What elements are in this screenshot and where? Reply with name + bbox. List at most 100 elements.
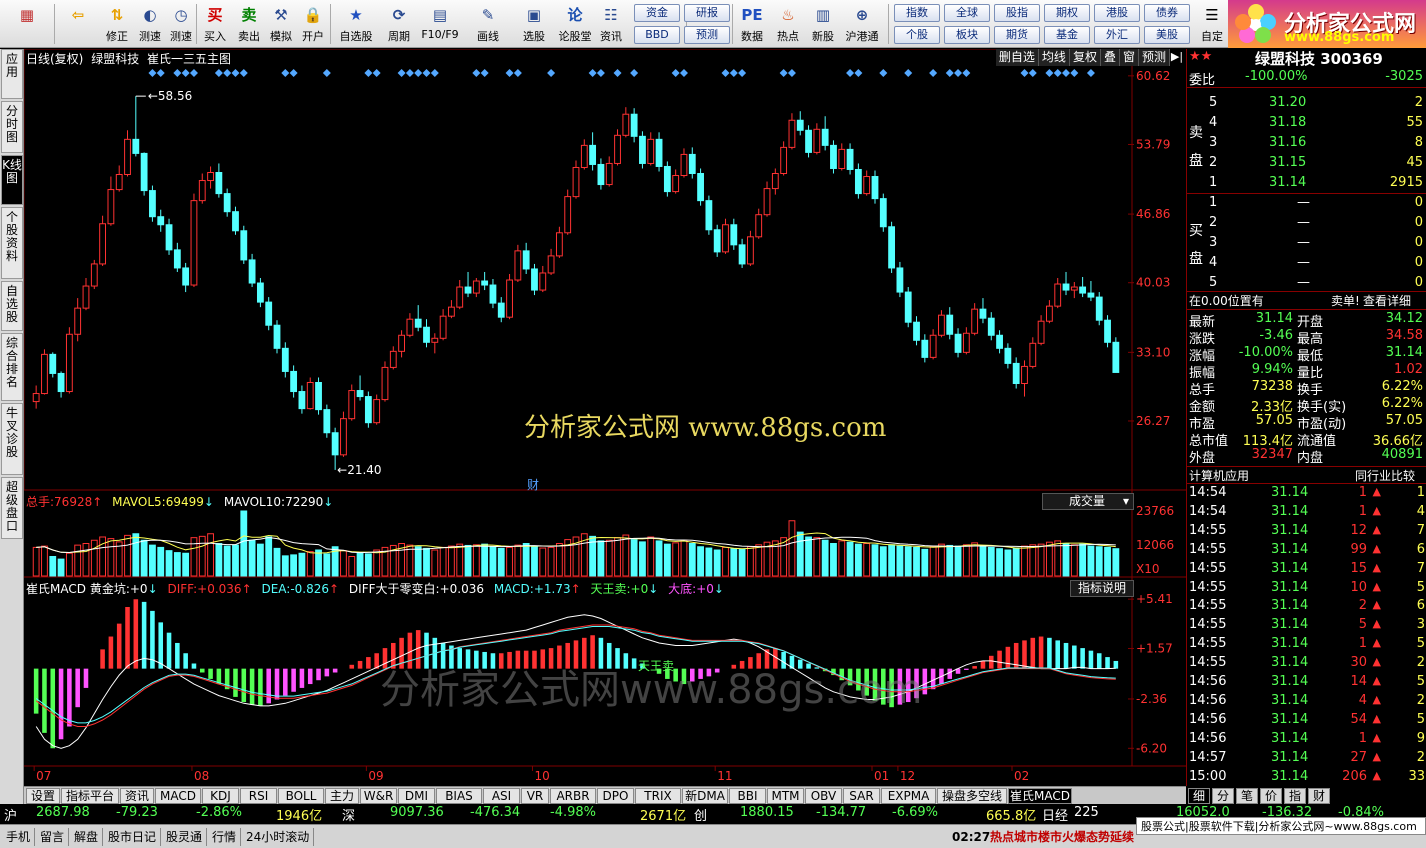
market-button[interactable]: 债券 [1144, 4, 1190, 22]
toolbar-button-14[interactable]: 论论股堂 [556, 2, 594, 46]
status-link[interactable]: 留言 [36, 828, 70, 846]
detail-tab[interactable]: 分 [1212, 788, 1234, 804]
indicator-tab[interactable]: BBI [729, 788, 766, 804]
market-button[interactable]: 美股 [1144, 26, 1190, 44]
market-button[interactable]: 外汇 [1094, 26, 1140, 44]
toolbar-button-13[interactable]: ▣ 选股 [516, 2, 552, 46]
quick-button[interactable]: 预测 [684, 26, 730, 44]
status-news[interactable]: 热点城市楼市火爆态势延续 [990, 828, 1134, 846]
toolbar-button-6[interactable]: 卖卖出 [234, 2, 264, 46]
status-banner[interactable]: 股票公式|股票软件下载|分析家公式网~www.88gs.com [1136, 817, 1426, 835]
indicator-tab[interactable]: KDJ [202, 788, 239, 804]
toolbar-button-8[interactable]: 🔒 开户 [298, 2, 328, 46]
industry-tab[interactable]: 计算机应用 [1189, 467, 1249, 484]
detail-tab[interactable]: 财 [1308, 788, 1330, 804]
left-tab[interactable]: 超级盘口 [1, 477, 23, 539]
detail-tab[interactable]: 笔 [1236, 788, 1258, 804]
status-link[interactable]: 解盘 [70, 828, 104, 846]
indicator-tab[interactable]: 资讯 [120, 788, 154, 804]
left-tab[interactable]: K线图 [1, 155, 23, 205]
indicator-tab[interactable]: 崔氏MACD [1008, 788, 1072, 804]
left-tab[interactable]: 个股资料 [1, 207, 23, 279]
indicator-tab[interactable]: ASI [483, 788, 520, 804]
indicator-tab[interactable]: MTM [767, 788, 804, 804]
toolbar-button-9[interactable]: ★ 自选股 [334, 2, 378, 46]
left-tab[interactable]: 应用 [1, 49, 23, 99]
left-tab[interactable]: 分时图 [1, 101, 23, 153]
left-tab[interactable]: 牛叉诊股 [1, 403, 23, 475]
indicator-tab[interactable]: ARBR [550, 788, 596, 804]
toolbar-button-16[interactable]: PE 数据 [736, 2, 768, 46]
market-button[interactable]: 基金 [1044, 26, 1090, 44]
indicator-tab[interactable]: 指标平台 [61, 788, 119, 804]
toolbar-button-5[interactable]: 买买入 [200, 2, 230, 46]
star-icon[interactable]: ★★ [1189, 49, 1212, 64]
expand-icon[interactable]: ▶| [1170, 50, 1184, 65]
toolbar-button-2[interactable]: ⇅ 修正 [100, 2, 134, 46]
toolbar-button-10[interactable]: ⟳ 周期 [382, 2, 416, 46]
indicator-tab[interactable]: 主力 [325, 788, 359, 804]
status-link[interactable]: 行情 [208, 828, 242, 846]
chart-top-button[interactable]: 均线 [1039, 49, 1070, 66]
indicator-tab[interactable]: RSI [240, 788, 277, 804]
detail-tab[interactable]: 细 [1188, 788, 1210, 804]
market-button[interactable]: 个股 [894, 26, 940, 44]
status-link[interactable]: 手机 [2, 828, 36, 846]
toolbar-button-4[interactable]: ◷ 测速 [166, 2, 196, 46]
toolbar-button-7[interactable]: ⚒ 模拟 [266, 2, 296, 46]
left-tab[interactable]: 自选股 [1, 281, 23, 331]
up-arrow-icon: ▲ [1372, 749, 1381, 763]
indicator-tab[interactable]: DMI [398, 788, 435, 804]
quick-button[interactable]: BBD [634, 26, 680, 44]
indicator-tab[interactable]: DPO [597, 788, 634, 804]
toolbar-button-15[interactable]: ☷ 资讯 [596, 2, 626, 46]
chart-top-button[interactable]: 复权 [1070, 49, 1101, 66]
toolbar-button-0[interactable]: ▦ [4, 2, 50, 46]
market-button[interactable]: 港股 [1094, 4, 1140, 22]
chart-top-button[interactable]: 预测 [1139, 49, 1170, 66]
chart-top-button[interactable]: 窗 [1120, 49, 1139, 66]
indicator-tab[interactable]: VR [521, 788, 549, 804]
detail-tab[interactable]: 指 [1284, 788, 1306, 804]
quick-button[interactable]: 资金 [634, 4, 680, 22]
market-button[interactable]: 期权 [1044, 4, 1090, 22]
compare-tab[interactable]: 同行业比较 [1355, 467, 1415, 484]
market-button[interactable]: 股指 [994, 4, 1040, 22]
status-link[interactable]: 24小时滚动 [242, 828, 315, 846]
indicator-selector[interactable]: 成交量 ▾ [1042, 493, 1134, 510]
market-button[interactable]: 板块 [944, 26, 990, 44]
status-link[interactable]: 股市日记 [104, 828, 162, 846]
kline-chart-area[interactable]: 60.62 53.79 46.86 40.03 33.10 26.27 ←58.56 ←21.… [23, 48, 1186, 786]
indicator-tab[interactable]: MACD [155, 788, 201, 804]
finance-marker[interactable]: 财 [527, 476, 539, 493]
market-button[interactable]: 期货 [994, 26, 1040, 44]
toolbar-button-3[interactable]: ◐ 测速 [134, 2, 166, 46]
chart-top-button[interactable]: 删自选 [996, 49, 1039, 66]
toolbar-button-19[interactable]: ⊕ 沪港通 [842, 2, 882, 46]
indicator-tab[interactable]: BOLL [278, 788, 324, 804]
indicator-tab[interactable]: W&R [360, 788, 397, 804]
status-link[interactable]: 股灵通 [162, 828, 208, 846]
market-button[interactable]: 指数 [894, 4, 940, 22]
indicator-tab[interactable]: BIAS [436, 788, 482, 804]
volume-axis-label: 12066 [1136, 538, 1174, 552]
left-tab[interactable]: 综合排名 [1, 333, 23, 401]
indicator-tab[interactable]: 新DMA [682, 788, 728, 804]
indicator-tab[interactable]: TRIX [635, 788, 681, 804]
toolbar-button-12[interactable]: ✎ 画线 [466, 2, 510, 46]
quick-button[interactable]: 研报 [684, 4, 730, 22]
toolbar-button-18[interactable]: ▥ 新股 [808, 2, 838, 46]
custom-button[interactable]: ☰ 自定 [1198, 2, 1226, 46]
toolbar-button-11[interactable]: ▤ F10/F9 [420, 2, 460, 46]
indicator-tab[interactable]: 设置 [26, 788, 60, 804]
indicator-explain-button[interactable]: 指标说明 [1070, 580, 1134, 597]
indicator-tab[interactable]: OBV [805, 788, 842, 804]
toolbar-button-1[interactable]: ⇦ [58, 2, 98, 46]
indicator-tab[interactable]: EXPMA [881, 788, 936, 804]
chart-top-button[interactable]: 叠 [1101, 49, 1120, 66]
indicator-tab[interactable]: 操盘多空线 [937, 788, 1007, 804]
detail-tab[interactable]: 价 [1260, 788, 1282, 804]
indicator-tab[interactable]: SAR [843, 788, 880, 804]
market-button[interactable]: 全球 [944, 4, 990, 22]
toolbar-button-17[interactable]: ♨ 热点 [772, 2, 804, 46]
